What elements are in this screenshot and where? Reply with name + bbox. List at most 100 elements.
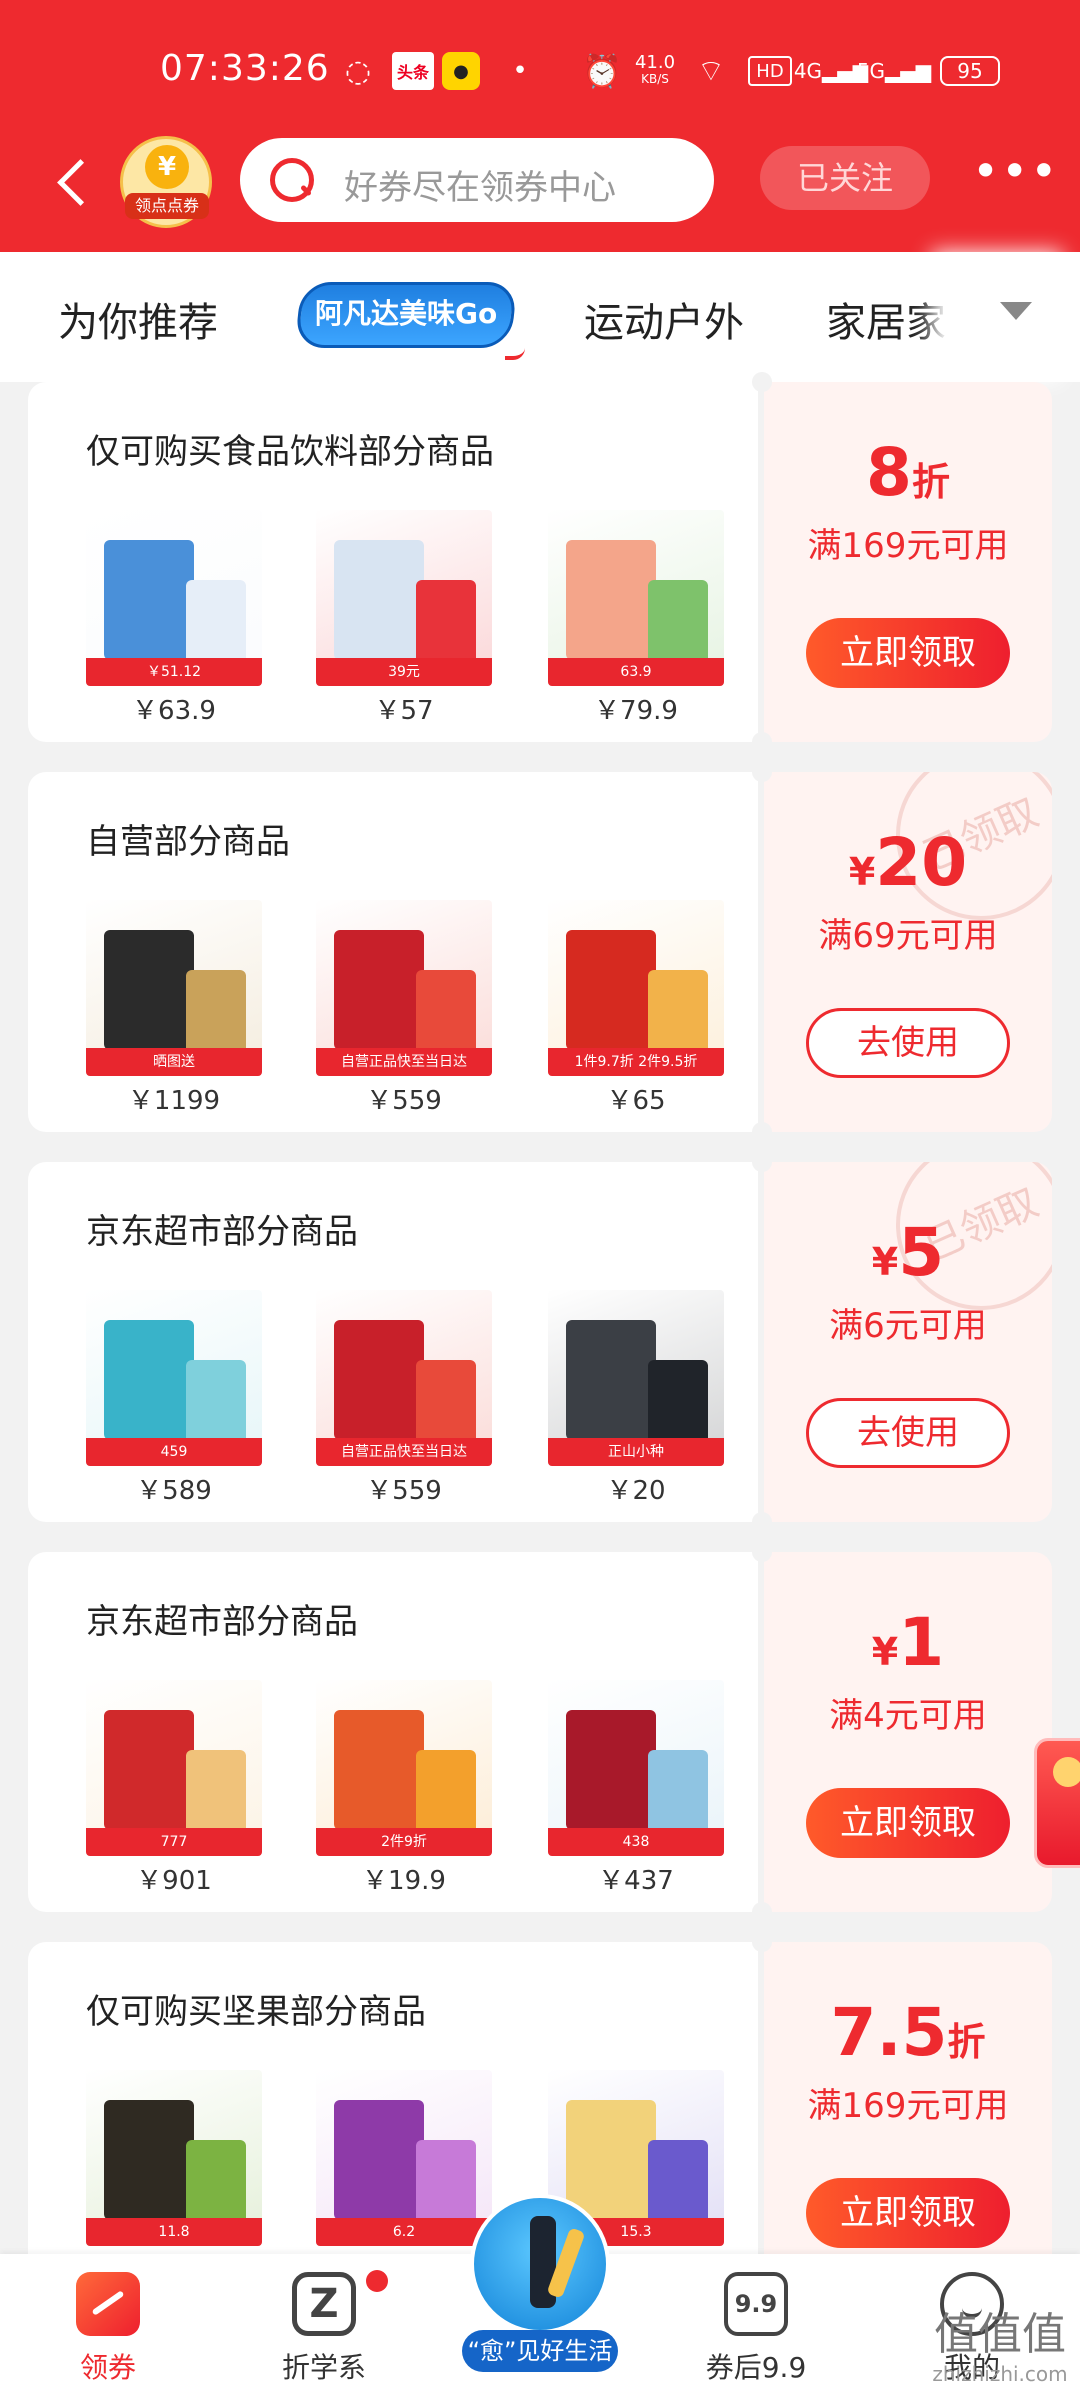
product-image-shape bbox=[648, 2140, 708, 2226]
hd-voice-icon: HD bbox=[748, 56, 792, 86]
tab-home[interactable]: 家居家 bbox=[826, 290, 946, 348]
product-image-shape bbox=[566, 1710, 656, 1830]
product-price: ￥559 bbox=[366, 1086, 442, 1116]
product-image-shape bbox=[416, 970, 476, 1056]
search-placeholder: 好券尽在领券中心 bbox=[344, 168, 616, 208]
product-promo-tag: 2件9折 bbox=[316, 1828, 492, 1856]
coupon-card: 京东超市部分商品 459 ￥589 自营正品快至当日达 ￥559 正山小种 ￥2… bbox=[28, 1152, 1052, 1532]
coupon-condition: 满4元可用 bbox=[829, 1696, 987, 1736]
chevron-down-icon[interactable] bbox=[1000, 302, 1032, 320]
card-notch bbox=[752, 1512, 772, 1532]
product-thumbnail[interactable]: 自营正品快至当日达 ￥559 bbox=[316, 1290, 492, 1507]
nav-item-zhexuexi[interactable]: Z 折学系 bbox=[244, 2254, 404, 2400]
product-image-shape bbox=[186, 2140, 246, 2226]
product-thumbnail[interactable]: 自营正品快至当日达 ￥559 bbox=[316, 900, 492, 1117]
discount-value: 5 bbox=[898, 1214, 945, 1291]
header-nav-row: ¥ 领点点券 好券尽在领券中心 已关注 ••• bbox=[0, 136, 1080, 228]
discount-prefix: ¥ bbox=[871, 1240, 899, 1284]
product-image-shape bbox=[416, 1360, 476, 1446]
coupon-card-value: 已领取 ¥20 满69元可用 去使用 bbox=[764, 772, 1052, 1132]
product-promo-tag: 438 bbox=[548, 1828, 724, 1856]
nav-label: 券后9.9 bbox=[705, 2351, 807, 2384]
coupon-discount: ¥20 bbox=[764, 824, 1052, 901]
bottom-nav: 领券 Z 折学系 “愈”见好生活 9.9 券后9.9 我的 bbox=[0, 2194, 1080, 2400]
coupon-scope-title: 仅可购买坚果部分商品 bbox=[86, 1992, 426, 2032]
product-image-shape bbox=[104, 2100, 194, 2220]
status-bar: 07:33:26 ◌ 头条 ● • ⏰ 41.0 KB/S ⌔ HD 4G ▂▄▆… bbox=[0, 44, 1080, 104]
product-promo-tag: 459 bbox=[86, 1438, 262, 1466]
use-coupon-button[interactable]: 去使用 bbox=[806, 1398, 1010, 1468]
product-price: ￥559 bbox=[366, 1476, 442, 1506]
product-image-shape bbox=[334, 1710, 424, 1830]
discount-value: 8 bbox=[866, 434, 912, 511]
nav-item-after-coupon-99[interactable]: 9.9 券后9.9 bbox=[676, 2254, 836, 2400]
claim-coupon-button[interactable]: 立即领取 bbox=[806, 618, 1010, 688]
product-thumbnail[interactable]: 晒图送 ￥1199 bbox=[86, 900, 262, 1117]
back-button[interactable] bbox=[50, 146, 100, 216]
category-tabs: 为你推荐 阿凡达美味Go 运动户外 家居家 bbox=[0, 252, 1080, 382]
card-notch bbox=[752, 1122, 772, 1142]
discount-value: 1 bbox=[898, 1604, 945, 1681]
claim-coupon-button[interactable]: 立即领取 bbox=[806, 1788, 1010, 1858]
product-promo-tag: 自营正品快至当日达 bbox=[316, 1048, 492, 1076]
nav-label: 领券 bbox=[79, 2351, 136, 2384]
product-image-shape bbox=[104, 1320, 194, 1440]
coupon-scope-title: 京东超市部分商品 bbox=[86, 1602, 358, 1642]
product-image-shape bbox=[566, 930, 656, 1050]
battery-icon: 95 bbox=[940, 56, 1000, 86]
product-thumbnail[interactable]: 11.8 bbox=[86, 2070, 262, 2250]
use-coupon-button[interactable]: 去使用 bbox=[806, 1008, 1010, 1078]
product-image-shape bbox=[648, 1750, 708, 1836]
clock: 07:33:26 bbox=[160, 48, 330, 89]
site-watermark: 值值值 zhizhizhi.com bbox=[930, 2310, 1070, 2388]
coupon-discount: 8折 bbox=[764, 434, 1052, 511]
notification-dot bbox=[366, 2270, 388, 2292]
card-notch bbox=[752, 762, 772, 782]
more-options-icon[interactable]: ••• bbox=[972, 148, 1057, 206]
coupon-card-body: 京东超市部分商品 777 ￥901 2件9折 ￥19.9 438 ￥437 bbox=[28, 1552, 758, 1912]
coupon-discount: 7.5折 bbox=[764, 1994, 1052, 2071]
coupon-discount: ¥5 bbox=[764, 1214, 1052, 1291]
product-thumbnail[interactable]: 63.9 ￥79.9 bbox=[548, 510, 724, 727]
product-thumbnail[interactable]: 438 ￥437 bbox=[548, 1680, 724, 1897]
red-packet-float-icon[interactable] bbox=[1034, 1738, 1080, 1868]
product-thumbnail[interactable]: 777 ￥901 bbox=[86, 1680, 262, 1897]
product-image: 正山小种 bbox=[548, 1290, 724, 1466]
card-notch bbox=[752, 1932, 772, 1952]
chat-notification-icon: ◌ bbox=[344, 53, 372, 89]
product-image-shape bbox=[186, 580, 246, 666]
product-price: ￥57 bbox=[374, 696, 434, 726]
follow-button[interactable]: 已关注 bbox=[760, 146, 930, 210]
card-notch bbox=[752, 732, 772, 752]
coupon-points-label: 领点点券 bbox=[125, 193, 209, 219]
coupon-points-badge[interactable]: ¥ 领点点券 bbox=[120, 136, 212, 228]
news-app-icon: 头条 bbox=[392, 52, 434, 90]
product-price: ￥589 bbox=[136, 1476, 212, 1506]
signal-5g-icon: 5G ▂▄▆ bbox=[856, 59, 932, 83]
discount-prefix: ¥ bbox=[871, 1630, 899, 1674]
tab-recommended[interactable]: 为你推荐 bbox=[58, 290, 218, 348]
tab-sports-outdoor[interactable]: 运动户外 bbox=[584, 290, 744, 348]
product-image-shape bbox=[334, 1320, 424, 1440]
product-thumbnail[interactable]: 39元 ￥57 bbox=[316, 510, 492, 727]
tab-avatar-food-go[interactable]: 阿凡达美味Go bbox=[294, 282, 518, 348]
coupon-card-body: 仅可购买坚果部分商品 11.8 6.2 15.3 bbox=[28, 1942, 758, 2302]
product-promo-tag: 自营正品快至当日达 bbox=[316, 1438, 492, 1466]
claim-coupon-button[interactable]: 立即领取 bbox=[806, 2178, 1010, 2248]
product-thumbnail[interactable]: 正山小种 ￥20 bbox=[548, 1290, 724, 1507]
product-thumbnail[interactable]: ￥51.12 ￥63.9 bbox=[86, 510, 262, 727]
product-image-shape bbox=[648, 970, 708, 1056]
wifi-icon: ⌔ bbox=[696, 54, 726, 89]
coupon-scope-title: 自营部分商品 bbox=[86, 822, 290, 862]
coupon-condition: 满6元可用 bbox=[829, 1306, 987, 1346]
product-thumbnail[interactable]: 1件9.7折 2件9.5折 ￥65 bbox=[548, 900, 724, 1117]
product-image: ￥51.12 bbox=[86, 510, 262, 686]
coupon-condition: 满169元可用 bbox=[807, 526, 1009, 566]
app-notification-icon: ● bbox=[442, 52, 480, 90]
nav-item-coupons[interactable]: 领券 bbox=[28, 2254, 188, 2400]
product-thumbnail[interactable]: 2件9折 ￥19.9 bbox=[316, 1680, 492, 1897]
signal-4g-icon: 4G ▂▄▆ bbox=[793, 59, 869, 83]
nav-item-promo[interactable]: “愈”见好生活 bbox=[462, 2194, 618, 2400]
search-input[interactable]: 好券尽在领券中心 bbox=[240, 138, 714, 222]
product-thumbnail[interactable]: 459 ￥589 bbox=[86, 1290, 262, 1507]
